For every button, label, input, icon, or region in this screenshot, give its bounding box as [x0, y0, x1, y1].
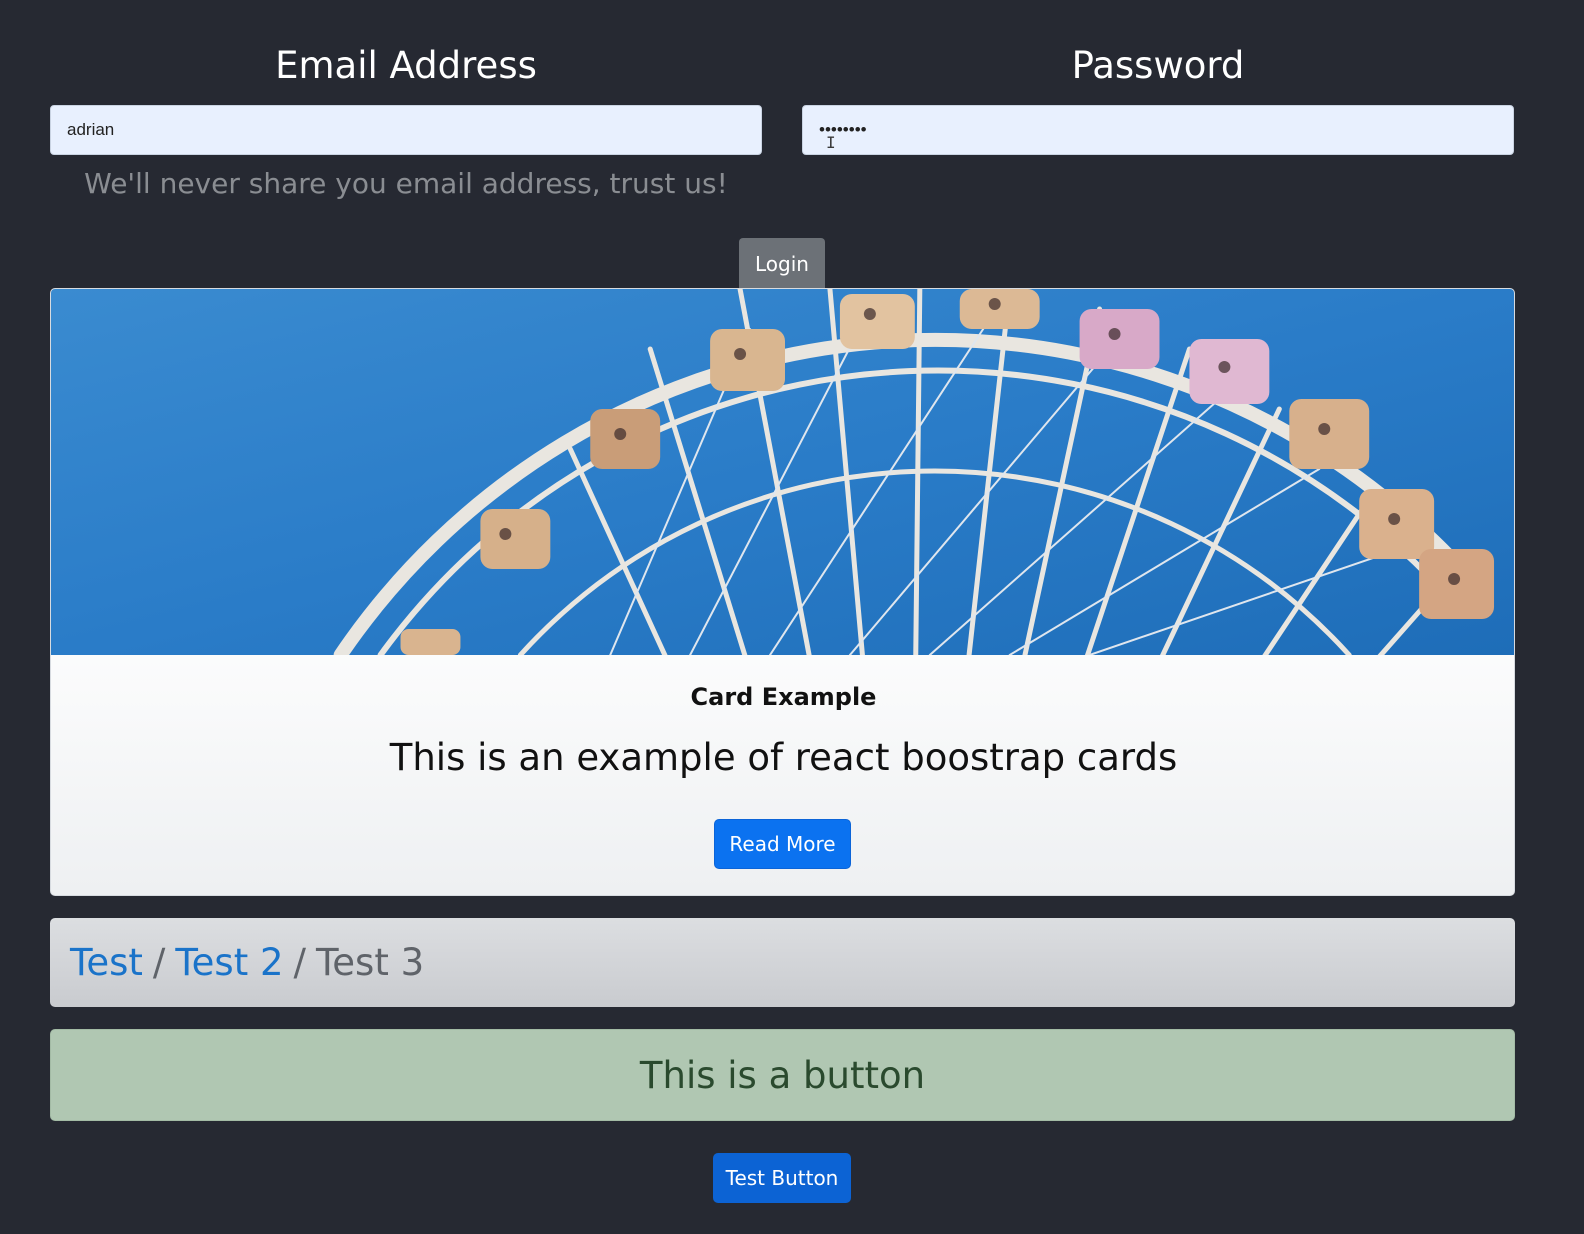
card-text: This is an example of react boostrap car… — [389, 736, 1178, 779]
card: Card Example This is an example of react… — [50, 288, 1515, 896]
test-button[interactable]: Test Button — [713, 1153, 851, 1203]
breadcrumb-separator: / — [152, 941, 166, 984]
ferris-wheel-image — [51, 289, 1514, 655]
email-input[interactable] — [50, 105, 762, 155]
text-cursor-icon: I — [826, 133, 836, 152]
password-label: Password — [1071, 44, 1245, 87]
breadcrumb-item-test[interactable]: Test — [70, 941, 143, 984]
card-title: Card Example — [690, 683, 877, 711]
read-more-button[interactable]: Read More — [714, 819, 851, 869]
password-input[interactable] — [802, 105, 1514, 155]
email-label: Email Address — [275, 44, 537, 87]
breadcrumb-item-test-3: Test 3 — [315, 941, 425, 984]
email-help-text: We'll never share you email address, tru… — [84, 167, 728, 200]
login-button[interactable]: Login — [739, 238, 825, 288]
breadcrumb-item-test-2[interactable]: Test 2 — [175, 941, 283, 984]
success-alert: This is a button — [50, 1029, 1515, 1121]
breadcrumb-separator: / — [293, 941, 306, 984]
breadcrumb: Test / Test 2/Test 3 — [50, 918, 1515, 1007]
